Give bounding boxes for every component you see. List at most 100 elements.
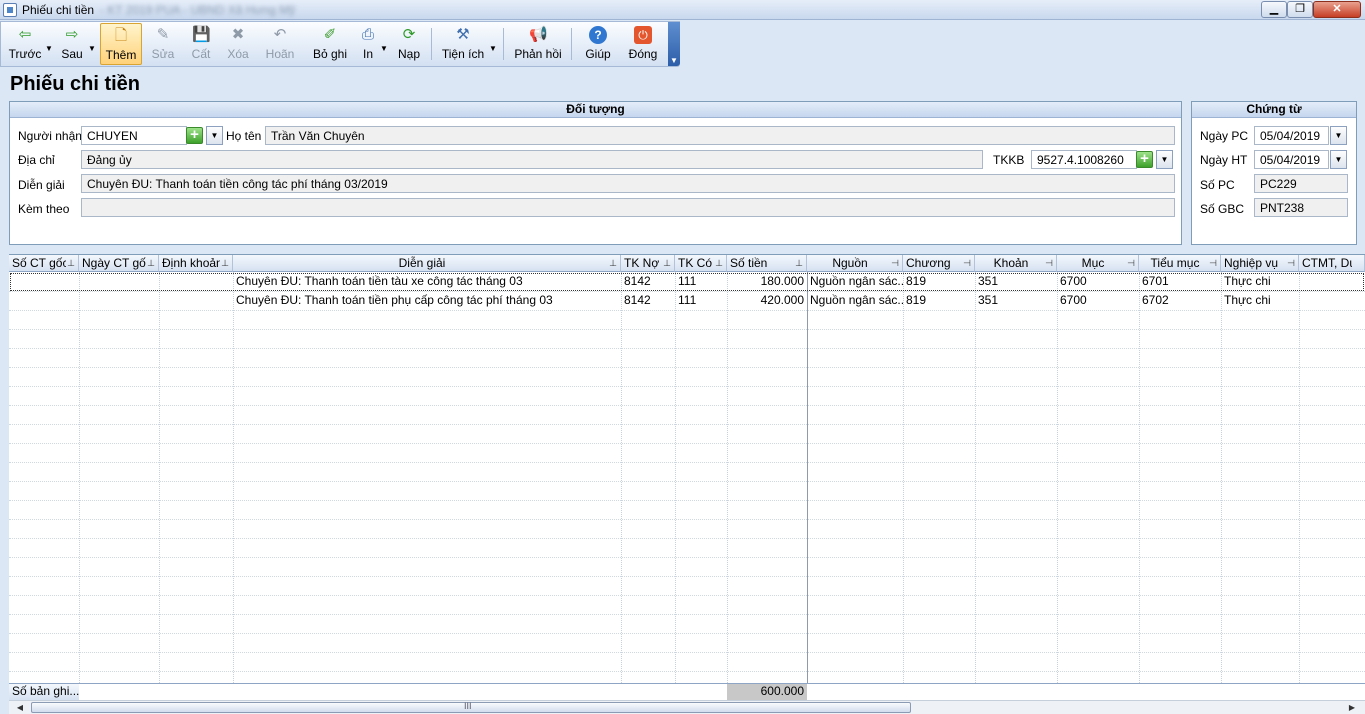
calendar-dropdown-icon[interactable]: ▼: [1330, 126, 1347, 145]
cell-chuong[interactable]: 819: [903, 291, 975, 310]
unpost-button[interactable]: ✐ Bỏ ghi: [309, 23, 351, 65]
print-dropdown-icon[interactable]: ▼: [380, 44, 388, 53]
toolbar-overflow-icon[interactable]: ▼: [668, 22, 680, 66]
column-header-so-tien[interactable]: Số tiền ⊥: [727, 255, 807, 272]
next-dropdown-icon[interactable]: ▼: [88, 44, 96, 53]
cell-dien-giai[interactable]: Chuyên ĐU: Thanh toán tiền tàu xe công t…: [233, 272, 621, 291]
cell-nghiep-vu[interactable]: Thực chi: [1221, 272, 1299, 291]
cell-ctmt[interactable]: [1299, 291, 1365, 310]
utilities-dropdown-icon[interactable]: ▼: [489, 44, 497, 53]
pin-icon[interactable]: ⊣: [1127, 255, 1135, 271]
tkkb-input[interactable]: 9527.4.1008260: [1031, 150, 1137, 169]
calendar-dropdown-icon[interactable]: ▼: [1330, 150, 1347, 169]
pin-icon[interactable]: ⊥: [663, 255, 671, 271]
cell-so-ct-goc[interactable]: [9, 291, 79, 310]
pin-icon[interactable]: ⊣: [963, 255, 971, 271]
previous-button[interactable]: ⇦ Trước: [5, 23, 45, 65]
column-header-tk-co[interactable]: TK Có ⊥: [675, 255, 727, 272]
chevron-down-icon[interactable]: ▼: [1156, 150, 1173, 169]
nguoi-nhan-input[interactable]: CHUYEN: [81, 126, 187, 145]
column-header-dinh-khoan[interactable]: Định khoản ⊥: [159, 255, 233, 272]
print-button[interactable]: ⎙ In: [355, 23, 381, 65]
postpone-button[interactable]: ↶ Hoãn: [261, 23, 299, 65]
cell-ctmt[interactable]: [1299, 272, 1365, 291]
add-receiver-icon[interactable]: +: [186, 127, 203, 144]
pin-icon[interactable]: ⊥: [147, 255, 155, 271]
scroll-left-icon[interactable]: ◀: [13, 702, 27, 714]
cell-khoan[interactable]: 351: [975, 291, 1057, 310]
cell-nguon[interactable]: Nguồn ngân sác...: [807, 291, 903, 310]
nguoi-nhan-label: Người nhận: [18, 129, 82, 143]
pin-icon[interactable]: ⊥: [795, 255, 803, 271]
cell-tieu-muc[interactable]: 6701: [1139, 272, 1221, 291]
cell-tk-no[interactable]: 8142: [621, 272, 675, 291]
cell-so-tien[interactable]: 180.000: [727, 272, 807, 291]
cell-ngay-ct-goc[interactable]: [79, 291, 159, 310]
column-header-tieu-muc[interactable]: Tiểu mục ⊣: [1139, 255, 1221, 272]
ngay-ht-input[interactable]: 05/04/2019: [1254, 150, 1329, 169]
cell-tk-co[interactable]: 111: [675, 291, 727, 310]
pin-icon[interactable]: ⊥: [67, 255, 75, 271]
close-window-button[interactable]: ✕: [1313, 1, 1361, 18]
add-button[interactable]: 🗋 Thêm: [100, 23, 142, 65]
pin-icon[interactable]: ⊣: [891, 255, 899, 271]
scroll-thumb[interactable]: III: [31, 701, 911, 713]
cell-dinh-khoan[interactable]: [159, 272, 233, 291]
utilities-button[interactable]: ⚒ Tiện ích: [439, 23, 487, 65]
help-button[interactable]: ? Giúp: [581, 23, 615, 65]
next-button[interactable]: ⇨ Sau: [55, 23, 89, 65]
column-header-khoan[interactable]: Khoản ⊣: [975, 255, 1057, 272]
cell-dien-giai[interactable]: Chuyên ĐU: Thanh toán tiền phụ cấp công …: [233, 291, 621, 310]
pin-icon[interactable]: ⊥: [609, 255, 617, 271]
column-header-ngay-ct-goc[interactable]: Ngày CT gốc ⊥: [79, 255, 159, 272]
cell-nghiep-vu[interactable]: Thực chi: [1221, 291, 1299, 310]
dia-chi-field[interactable]: Đảng ủy: [81, 150, 983, 169]
cell-muc[interactable]: 6700: [1057, 291, 1139, 310]
cell-nguon[interactable]: Nguồn ngân sác...: [807, 272, 903, 291]
horizontal-scrollbar[interactable]: ◀ III ▶: [9, 700, 1365, 714]
column-header-muc[interactable]: Mục ⊣: [1057, 255, 1139, 272]
save-button[interactable]: 💾 Cất: [185, 23, 217, 65]
chevron-down-icon[interactable]: ▼: [206, 126, 223, 145]
feedback-button[interactable]: 📢 Phản hồi: [511, 23, 565, 65]
kem-theo-field[interactable]: [81, 198, 1175, 217]
ngay-pc-input[interactable]: 05/04/2019: [1254, 126, 1329, 145]
cell-tk-no[interactable]: 8142: [621, 291, 675, 310]
dien-giai-field[interactable]: Chuyên ĐU: Thanh toán tiền công tác phí …: [81, 174, 1175, 193]
so-gbc-field[interactable]: PNT238: [1254, 198, 1348, 217]
cell-so-tien[interactable]: 420.000: [727, 291, 807, 310]
column-header-nghiep-vu[interactable]: Nghiệp vụ ⊣: [1221, 255, 1299, 272]
delete-button[interactable]: ✖ Xóa: [222, 23, 254, 65]
cell-ngay-ct-goc[interactable]: [79, 272, 159, 291]
ho-ten-field[interactable]: Trần Văn Chuyên: [265, 126, 1175, 145]
column-header-label: Khoản: [993, 256, 1029, 270]
close-button[interactable]: ⏻ Đóng: [625, 23, 661, 65]
minimize-button[interactable]: ▁: [1261, 1, 1287, 18]
pin-icon[interactable]: ⊥: [715, 255, 723, 271]
row-divider: [9, 500, 1365, 501]
column-header-dien-giai[interactable]: Diễn giải ⊥: [233, 255, 621, 272]
cell-dinh-khoan[interactable]: [159, 291, 233, 310]
previous-dropdown-icon[interactable]: ▼: [45, 44, 53, 53]
column-header-so-ct-goc[interactable]: Số CT gốc ⊥: [9, 255, 79, 272]
pin-icon[interactable]: ⊣: [1045, 255, 1053, 271]
cell-khoan[interactable]: 351: [975, 272, 1057, 291]
cell-tieu-muc[interactable]: 6702: [1139, 291, 1221, 310]
cell-so-ct-goc[interactable]: [9, 272, 79, 291]
column-header-ctmt[interactable]: CTMT, Dự: [1299, 255, 1365, 272]
column-header-chuong[interactable]: Chương ⊣: [903, 255, 975, 272]
scroll-right-icon[interactable]: ▶: [1345, 702, 1359, 714]
column-header-nguon[interactable]: Nguồn ⊣: [807, 255, 903, 272]
pin-icon[interactable]: ⊣: [1287, 255, 1295, 271]
maximize-button[interactable]: ❐: [1287, 1, 1313, 18]
cell-muc[interactable]: 6700: [1057, 272, 1139, 291]
reload-button[interactable]: ⟳ Nạp: [393, 23, 425, 65]
add-account-icon[interactable]: +: [1136, 151, 1153, 168]
cell-tk-co[interactable]: 111: [675, 272, 727, 291]
so-pc-field[interactable]: PC229: [1254, 174, 1348, 193]
pin-icon[interactable]: ⊥: [221, 255, 229, 271]
cell-chuong[interactable]: 819: [903, 272, 975, 291]
column-header-tk-no[interactable]: TK Nợ ⊥: [621, 255, 675, 272]
pin-icon[interactable]: ⊣: [1209, 255, 1217, 271]
edit-button[interactable]: ✎ Sửa: [147, 23, 179, 65]
